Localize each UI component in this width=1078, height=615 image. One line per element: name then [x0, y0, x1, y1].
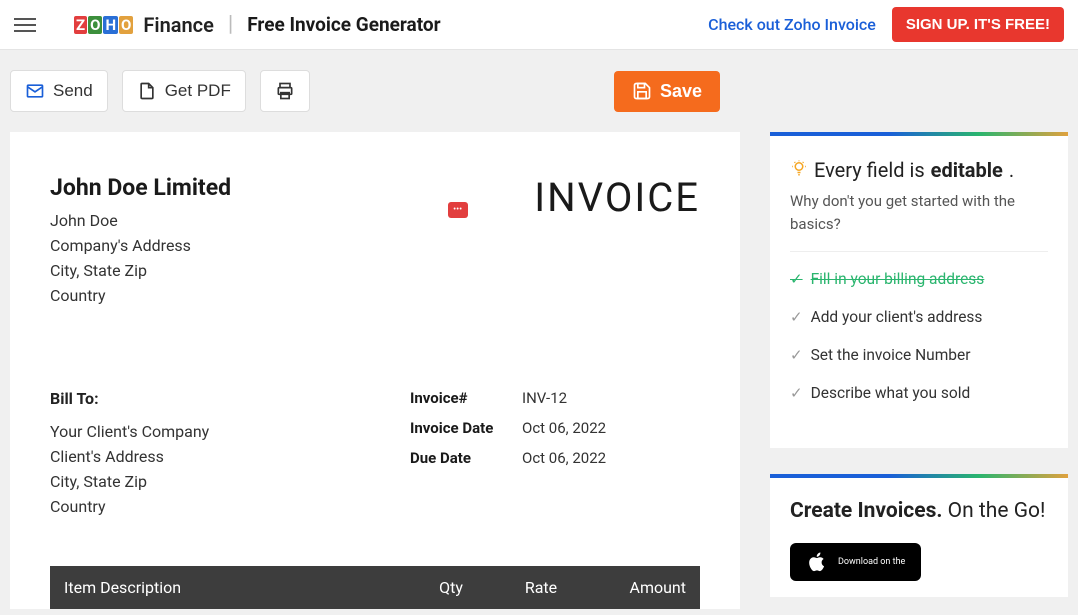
zoho-logo: ZOHO: [74, 16, 133, 34]
get-pdf-button[interactable]: Get PDF: [122, 70, 246, 112]
sidebar: Every field is editable. Why don't you g…: [770, 132, 1068, 609]
drag-handle-icon[interactable]: [448, 202, 468, 218]
mail-icon: [25, 81, 45, 101]
invoice-number-label: Invoice#: [410, 389, 522, 407]
save-icon: [632, 81, 652, 101]
invoice-meta: Invoice# INV-12 Invoice Date Oct 06, 202…: [410, 389, 700, 522]
go-card: Create Invoices. On the Go! Download on …: [770, 474, 1068, 597]
checklist-item-number[interactable]: ✓ Set the invoice Number: [790, 346, 1048, 364]
client-company[interactable]: Your Client's Company: [50, 422, 370, 441]
company-address-1[interactable]: Company's Address: [50, 236, 231, 255]
check-icon: ✓: [790, 270, 803, 288]
bill-to-block[interactable]: Bill To: Your Client's Company Client's …: [50, 389, 370, 522]
apple-icon: [806, 551, 828, 573]
col-amount: Amount: [586, 578, 686, 597]
print-icon: [275, 81, 295, 101]
divider: [790, 251, 1048, 252]
app-header: ZOHO Finance | Free Invoice Generator Ch…: [0, 0, 1078, 50]
invoice-title[interactable]: INVOICE: [534, 174, 700, 221]
brand-block: ZOHO Finance | Free Invoice Generator: [74, 12, 441, 37]
invoice-date-label: Invoice Date: [410, 419, 522, 437]
invoice-number[interactable]: INV-12: [522, 389, 567, 407]
company-block[interactable]: John Doe Limited John Doe Company's Addr…: [50, 174, 231, 311]
save-label: Save: [660, 81, 702, 102]
checklist: ✓ Fill in your billing address ✓ Add you…: [790, 270, 1048, 402]
client-address-3[interactable]: Country: [50, 497, 370, 516]
tips-subtext: Why don't you get started with the basic…: [790, 190, 1048, 235]
checklist-item-describe[interactable]: ✓ Describe what you sold: [790, 384, 1048, 402]
get-pdf-label: Get PDF: [165, 81, 231, 101]
bill-to-label: Bill To:: [50, 389, 370, 408]
checklist-item-client[interactable]: ✓ Add your client's address: [790, 308, 1048, 326]
lightbulb-icon: [790, 158, 808, 182]
go-heading: Create Invoices. On the Go!: [790, 498, 1048, 525]
app-store-badge[interactable]: Download on the: [790, 543, 921, 581]
print-button[interactable]: [260, 70, 310, 112]
client-address-1[interactable]: Client's Address: [50, 447, 370, 466]
company-name[interactable]: John Doe Limited: [50, 174, 231, 201]
check-icon: ✓: [790, 384, 803, 402]
checkout-link[interactable]: Check out Zoho Invoice: [708, 15, 876, 34]
pdf-icon: [137, 81, 157, 101]
col-rate: Rate: [496, 578, 586, 597]
client-address-2[interactable]: City, State Zip: [50, 472, 370, 491]
due-date-label: Due Date: [410, 449, 522, 467]
due-date[interactable]: Oct 06, 2022: [522, 449, 606, 467]
save-button[interactable]: Save: [614, 71, 720, 112]
tips-card: Every field is editable. Why don't you g…: [770, 132, 1068, 448]
company-address-3[interactable]: Country: [50, 286, 231, 305]
contact-name[interactable]: John Doe: [50, 211, 231, 230]
check-icon: ✓: [790, 308, 803, 326]
signup-button[interactable]: SIGN UP. IT'S FREE!: [892, 7, 1064, 42]
col-qty: Qty: [406, 578, 496, 597]
checklist-item-billing[interactable]: ✓ Fill in your billing address: [790, 270, 1048, 288]
toolbar: Send Get PDF Save: [0, 50, 738, 132]
hamburger-menu-icon[interactable]: [14, 13, 38, 37]
finance-label: Finance: [143, 13, 213, 37]
items-header-row: Item Description Qty Rate Amount: [50, 566, 700, 609]
invoice-card: John Doe Limited John Doe Company's Addr…: [10, 132, 740, 609]
separator: |: [228, 12, 233, 37]
invoice-date[interactable]: Oct 06, 2022: [522, 419, 606, 437]
tips-heading: Every field is editable.: [790, 158, 1048, 182]
check-icon: ✓: [790, 346, 803, 364]
page-title: Free Invoice Generator: [247, 13, 440, 36]
appstore-small-text: Download on the: [838, 557, 905, 567]
company-address-2[interactable]: City, State Zip: [50, 261, 231, 280]
main-area: John Doe Limited John Doe Company's Addr…: [0, 132, 1078, 609]
send-button[interactable]: Send: [10, 70, 108, 112]
send-label: Send: [53, 81, 93, 101]
col-description: Item Description: [64, 578, 406, 597]
